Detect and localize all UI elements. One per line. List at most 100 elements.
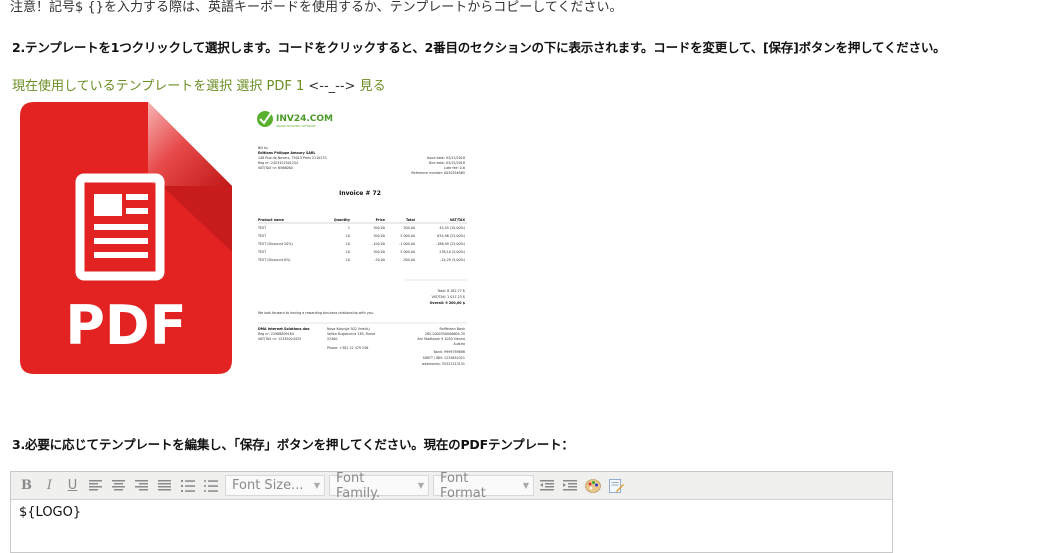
bullet-list-icon	[203, 479, 218, 492]
underline-button[interactable]: U	[62, 475, 83, 496]
outdent-button[interactable]	[536, 475, 557, 496]
select-current-template-link[interactable]: 現在使用しているテンプレートを選択	[12, 79, 232, 94]
invoice-table-header: Quantity	[334, 218, 351, 222]
inv24-logo-icon	[257, 111, 273, 127]
invoice-table: Product name Quantity Price Total VAT/TAX TES…	[257, 218, 467, 262]
invoice-footer-addr3: 22400	[327, 337, 338, 341]
invoice-total: Total: 8 182,77 $	[436, 289, 465, 293]
edit-document-icon	[608, 478, 624, 493]
invoice-brand-sub: ONLINE INVOICING SOFTWARE	[276, 124, 316, 128]
invoice-vat-total: VAT/TAX: 1 017,23 $	[432, 295, 465, 299]
indent-button[interactable]	[559, 475, 580, 496]
invoice-swift: SWIFT / IBN: 1235654321	[423, 356, 465, 360]
chevron-down-icon: ▼	[417, 481, 424, 490]
invoice-table-cell: 634,96 (23,00%)	[437, 234, 465, 238]
select-pdf1-link[interactable]: 選択 PDF 1	[236, 79, 304, 94]
invoice-footer-addr2: Velika Dugolucica 13B, Ruma	[327, 332, 375, 336]
invoice-footer-addr1: Nova Kolonija 502 Vrdnik,j	[327, 327, 370, 331]
editor-toolbar: B I U Font Size... ▼ Font Family. ▼ Font F…	[11, 471, 892, 501]
align-left-icon	[89, 480, 102, 491]
pdf-template-thumbnail[interactable]: PDF	[20, 102, 232, 374]
invoice-table-cell: 500,00	[373, 226, 385, 230]
invoice-due: Due date: 03/15/2018	[429, 161, 465, 165]
invoice-brand: INV24.COM	[276, 114, 333, 124]
align-center-button[interactable]	[108, 475, 129, 496]
step3-instructions: 3.必要に応じてテンプレートを編集し、「保存」ボタンを押してください。現在のPD…	[12, 437, 574, 452]
italic-button[interactable]: I	[39, 475, 60, 496]
invoice-bill-to: Bill to:	[258, 146, 268, 150]
editor-content[interactable]: ${LOGO}	[11, 500, 892, 525]
invoice-table-cell: 45,45 (10,00%)	[439, 226, 465, 230]
invoice-bank: Raiffeisen Bank	[439, 327, 465, 331]
invoice-bank-nr: Bank: 9999789898	[434, 350, 465, 354]
align-right-icon	[135, 480, 148, 491]
invoice-template-preview[interactable]: INV24.COM ONLINE INVOICING SOFTWARE Bill…	[255, 103, 473, 375]
invoice-bank-country: Austria	[453, 342, 465, 346]
invoice-table-cell: 5 000,00	[400, 250, 415, 254]
font-size-value: Font Size...	[232, 478, 304, 493]
invoice-table-cell: TEST	[257, 234, 267, 238]
invoice-table-header: Product name	[258, 218, 285, 222]
chevron-down-icon: ▼	[313, 481, 320, 490]
invoice-table-cell: 10	[346, 234, 350, 238]
pdf-label: PDF	[65, 294, 186, 357]
indent-icon	[562, 480, 577, 491]
template-link-line: 現在使用しているテンプレートを選択 選択 PDF 1 <--_--> 見る	[12, 75, 386, 94]
invoice-preview-image: INV24.COM ONLINE INVOICING SOFTWARE Bill…	[257, 111, 467, 366]
invoice-footer-company: DMA Internet Solutions doo	[258, 327, 310, 331]
invoice-table-cell: 1	[348, 226, 350, 230]
font-family-select[interactable]: Font Family. ▼	[329, 471, 429, 501]
invoice-issue: Issue date: 03/12/2018	[427, 156, 465, 160]
invoice-table-cell: 5 000,00	[400, 234, 415, 238]
view-link[interactable]: 見る	[360, 79, 386, 94]
invoice-ref: Reference number: 0030356565	[411, 171, 465, 175]
invoice-webmoney: webmoney: 55321313131	[422, 362, 465, 366]
color-palette-button[interactable]	[582, 475, 603, 496]
font-format-select[interactable]: Font Format ▼	[433, 471, 534, 501]
invoice-table-cell: -30,00	[374, 258, 385, 262]
font-format-value: Font Format	[440, 470, 486, 501]
unordered-list-button[interactable]	[200, 475, 221, 496]
bold-button[interactable]: B	[16, 475, 37, 496]
align-left-button[interactable]	[85, 475, 106, 496]
font-family-value: Font Family.	[336, 470, 381, 501]
invoice-table-cell: -186,99 (23,00%)	[436, 242, 465, 246]
invoice-table-cell: 238,10 (5,00%)	[439, 250, 465, 254]
invoice-overall: Overall: 9 200,00 $	[430, 301, 466, 305]
invoice-table-cell: -14,29 (5,00%)	[440, 258, 465, 262]
invoice-footer-phone: Phone: +381 22 479 236	[327, 346, 368, 350]
align-right-button[interactable]	[131, 475, 152, 496]
invoice-footer-vat: VAT/TAX nr: 12345024433	[258, 337, 301, 341]
font-size-select[interactable]: Font Size... ▼	[225, 475, 325, 496]
invoice-company: Editions Philippe Amoury SARL	[258, 151, 316, 155]
invoice-reg: Reg nr: 2423422301234	[258, 161, 298, 165]
invoice-table-cell: 500,00	[403, 226, 415, 230]
invoice-bank-iban: 265-2000350006609-35	[425, 332, 465, 336]
invoice-table-cell: 500,00	[373, 234, 385, 238]
invoice-table-cell: TEST	[257, 226, 267, 230]
ordered-list-icon	[180, 479, 195, 492]
align-justify-button[interactable]	[154, 475, 175, 496]
invoice-table-cell: TEST	[257, 250, 267, 254]
align-center-icon	[112, 480, 125, 491]
invoice-table-header: Total	[406, 218, 415, 222]
invoice-thanks: We look forward to having a rewarding bu…	[258, 311, 374, 315]
invoice-table-cell: 10	[346, 258, 350, 262]
invoice-bank-addr: Am Stadtpark 9 1030 Vienna	[417, 337, 465, 341]
notice-text: 注意！記号$ {}を入力する際は、英語キーボードを使用するか、テンプレートからコ…	[10, 0, 623, 15]
outdent-icon	[539, 480, 554, 491]
invoice-table-cell: 10	[346, 250, 350, 254]
pdf-file-icon: PDF	[20, 102, 232, 374]
invoice-late-fee: Late fee: 0.8	[444, 166, 465, 170]
chevron-down-icon: ▼	[522, 481, 529, 490]
ordered-list-button[interactable]	[177, 475, 198, 496]
invoice-table-cell: -300,00	[402, 258, 415, 262]
invoice-table-cell: 500,00	[373, 250, 385, 254]
invoice-table-cell: TEST (Discount 20%)	[257, 242, 293, 246]
invoice-footer-reg: Reg nr: 22988809184	[258, 332, 294, 336]
edit-html-button[interactable]	[605, 475, 626, 496]
invoice-table-cell: -1 000,00	[399, 242, 415, 246]
invoice-address: 148 Rue de Nevers, 75015 Paris 2110233	[258, 156, 327, 160]
invoice-vat: VAT/TAX nr: 6566060	[258, 166, 293, 170]
align-justify-icon	[158, 480, 171, 491]
